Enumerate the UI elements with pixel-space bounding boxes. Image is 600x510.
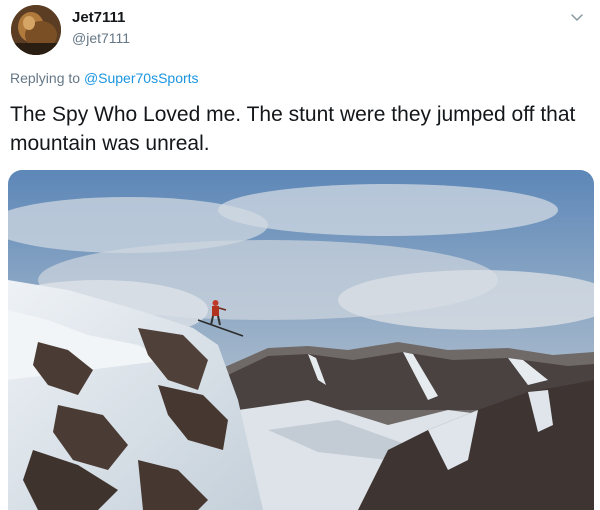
tweet-text: The Spy Who Loved me. The stunt were the… xyxy=(10,103,576,155)
user-handle[interactable]: @jet7111 xyxy=(72,30,130,46)
avatar[interactable] xyxy=(11,5,61,55)
display-name[interactable]: Jet7111 xyxy=(72,9,125,26)
chevron-down-icon[interactable] xyxy=(569,9,585,25)
replying-to: Replying to @Super70sSports xyxy=(10,70,199,86)
reply-mention-link[interactable]: @Super70sSports xyxy=(84,70,199,86)
replying-to-label: Replying to xyxy=(10,70,84,86)
tweet-card: Jet7111 @jet7111 Replying to @Super70sSp… xyxy=(0,0,600,510)
tweet-media-image[interactable] xyxy=(8,170,594,510)
